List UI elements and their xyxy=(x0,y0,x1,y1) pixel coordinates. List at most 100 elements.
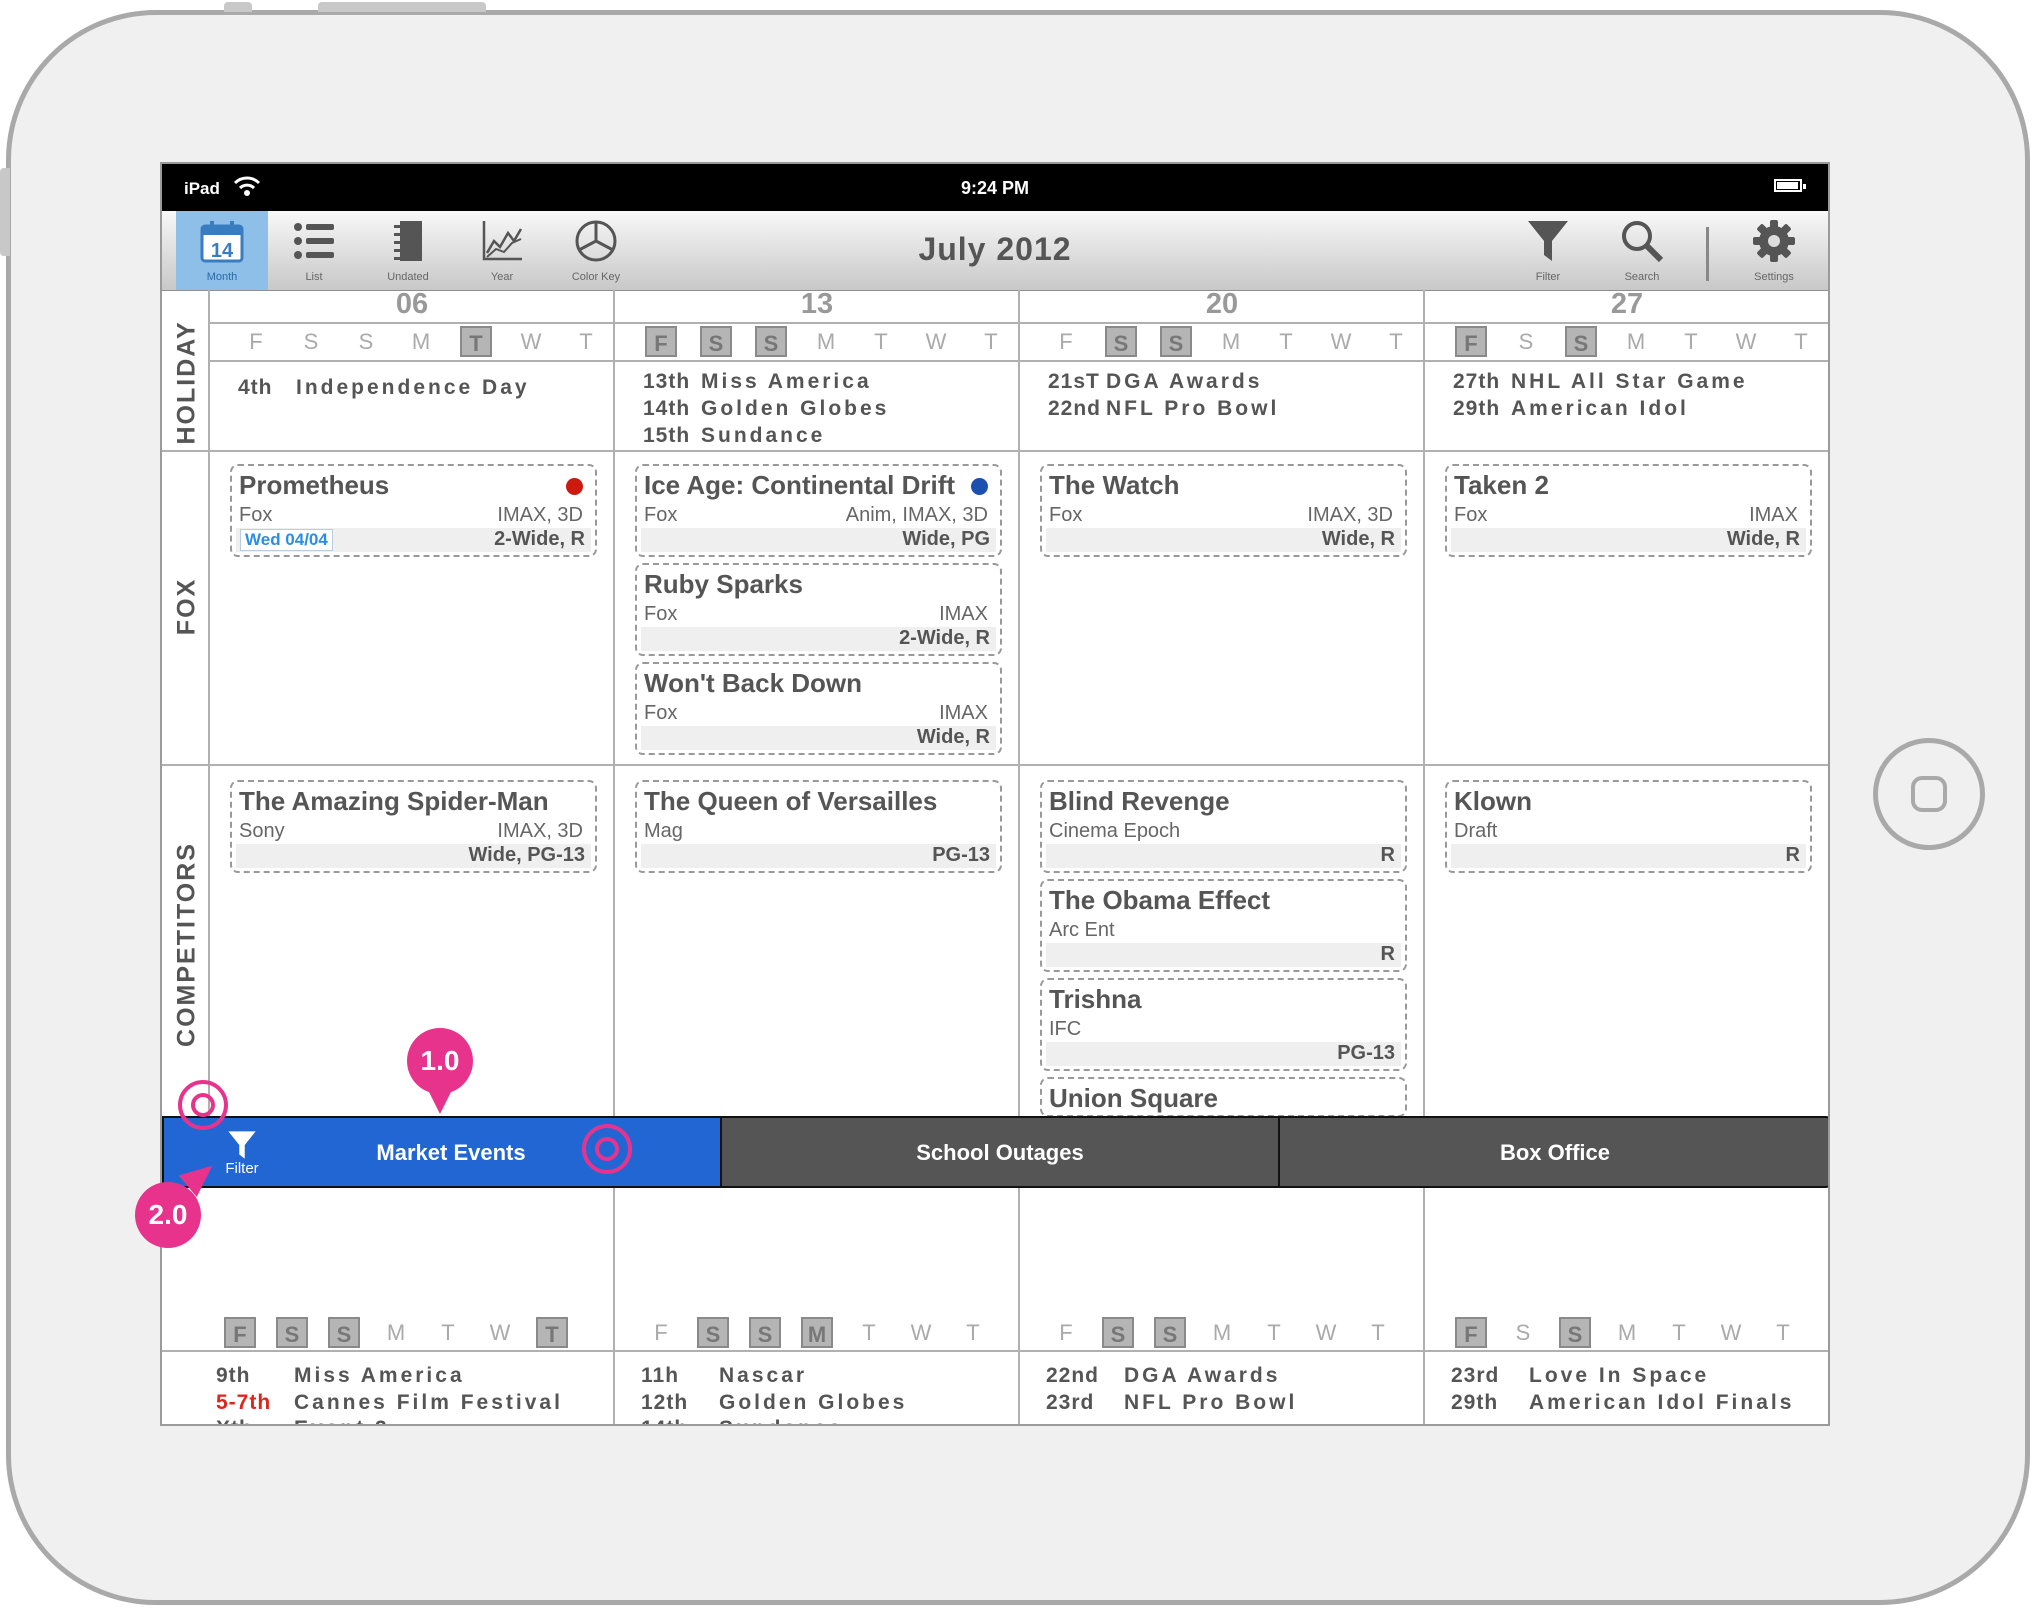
competitor-release-card[interactable]: The Amazing Spider-Man Sony IMAX, 3D Wide, … xyxy=(230,780,597,873)
bottom-tab-bar: Market Events School Outages Box Office … xyxy=(162,1116,1828,1188)
event-date: 23rd xyxy=(1451,1364,1500,1387)
school-outages-tab-label: School Outages xyxy=(916,1140,1084,1165)
status-dot xyxy=(971,478,988,495)
event-date: 13th xyxy=(643,370,691,393)
release-format: IMAX, 3D xyxy=(497,820,583,842)
event-name: Sundance xyxy=(701,424,826,447)
event-name: Golden Globes xyxy=(719,1390,908,1414)
month-view-label: Month xyxy=(206,271,238,283)
event-name: Event 3 xyxy=(294,1417,390,1424)
release-title: Klown xyxy=(1454,786,1532,816)
gear-icon xyxy=(1753,220,1795,262)
funnel-icon xyxy=(228,1131,256,1159)
release-title: Trishna xyxy=(1049,984,1142,1014)
release-title: Won't Back Down xyxy=(644,668,863,698)
annotation-target xyxy=(582,1124,632,1174)
competitor-release-card[interactable]: Trishna IFC PG-13 xyxy=(1040,978,1407,1071)
event-name: Nascar xyxy=(719,1364,808,1387)
competitor-release-card[interactable]: Blind Revenge Cinema Epoch R xyxy=(1040,780,1407,873)
market-day: M xyxy=(1212,1320,1232,1345)
event-name: Sundance xyxy=(719,1417,843,1424)
competitor-release-card[interactable]: Klown Draft R xyxy=(1445,780,1812,873)
bottom-filter-label: Filter xyxy=(225,1160,259,1177)
event-date: 5-7th xyxy=(216,1390,272,1414)
holiday-event: 15th Sundance xyxy=(643,424,825,448)
event-name: DGA Awards xyxy=(1124,1364,1281,1387)
release-format: IMAX xyxy=(1749,504,1798,526)
release-date-link[interactable]: Wed 04/04 xyxy=(240,529,333,551)
annotation-pin-1: 1.0 xyxy=(407,1028,473,1094)
event-name: NFL Pro Bowl xyxy=(1124,1390,1298,1414)
event-name: NHL All Star Game xyxy=(1511,370,1748,393)
event-name: Miss America xyxy=(701,370,872,393)
school-outages-tab[interactable]: School Outages xyxy=(720,1116,1280,1188)
week-day: M xyxy=(1626,329,1646,354)
release-studio: Fox xyxy=(644,603,678,625)
col-divider xyxy=(613,290,615,1424)
event-date: 11h xyxy=(641,1364,680,1387)
market-day: T xyxy=(862,1320,876,1345)
week-day: T xyxy=(1389,329,1403,354)
competitor-release-card[interactable]: The Obama Effect Arc Ent R xyxy=(1040,879,1407,972)
side-button xyxy=(0,168,10,256)
event-date: 4th xyxy=(238,376,273,399)
market-day: T xyxy=(966,1320,980,1345)
market-day: T xyxy=(1672,1320,1686,1345)
release-rating: R xyxy=(1046,844,1401,868)
fox-release-card[interactable]: Ice Age: Continental Drift Fox Anim, IMAX,… xyxy=(635,464,1002,557)
holiday-event: 13th Miss America xyxy=(643,370,872,394)
annotation-pin-2: 2.0 xyxy=(135,1182,201,1248)
filter-button[interactable]: Filter xyxy=(1502,211,1594,290)
box-office-tab-label: Box Office xyxy=(1499,1140,1611,1165)
market-day: M xyxy=(386,1320,406,1345)
release-format: Anim, IMAX, 3D xyxy=(845,504,988,526)
search-button[interactable]: Search xyxy=(1596,211,1688,290)
box-office-tab[interactable]: Box Office xyxy=(1278,1116,1828,1188)
week-day: S xyxy=(1160,326,1192,357)
release-format: IMAX xyxy=(939,603,988,625)
event-name: Cannes Film Festival xyxy=(294,1390,563,1414)
market-day: F xyxy=(1455,1317,1487,1348)
market-day: S xyxy=(328,1317,360,1348)
release-studio: Cinema Epoch xyxy=(1049,820,1181,842)
release-title: The Watch xyxy=(1049,470,1180,500)
filter-label: Filter xyxy=(1535,271,1561,283)
fox-release-card[interactable]: Ruby Sparks Fox IMAX 2-Wide, R xyxy=(635,563,1002,656)
fox-release-card[interactable]: The Watch Fox IMAX, 3D Wide, R xyxy=(1040,464,1407,557)
market-day: F xyxy=(224,1317,256,1348)
release-studio: Mag xyxy=(644,820,683,842)
event-date: 27th xyxy=(1453,370,1501,393)
status-dot xyxy=(566,478,583,495)
market-day: S xyxy=(1102,1317,1134,1348)
market-event: XthEvent 3 xyxy=(216,1417,390,1424)
bottom-filter-button[interactable]: Filter xyxy=(212,1124,272,1182)
market-day: W xyxy=(489,1320,511,1345)
market-day: T xyxy=(441,1320,455,1345)
month-grid: HOLIDAY FOX COMPETITORS 06 F S S M T W T 13 F S S M T… xyxy=(162,288,1828,1424)
competitor-release-card[interactable]: The Queen of Versailles Mag PG-13 xyxy=(635,780,1002,873)
market-day: T xyxy=(1267,1320,1281,1345)
competitor-release-card[interactable]: Union Square xyxy=(1040,1077,1407,1117)
market-event: 23rd NFL Pro Bowl xyxy=(1046,1391,1297,1415)
status-time: 9:24 PM xyxy=(960,178,1030,198)
search-label: Search xyxy=(1624,271,1660,283)
event-name: Miss America xyxy=(294,1364,465,1387)
fox-release-card[interactable]: Taken 2 Fox IMAX Wide, R xyxy=(1445,464,1812,557)
week-day: S xyxy=(358,329,374,354)
funnel-icon xyxy=(1528,221,1568,261)
year-view-label: Year xyxy=(490,271,514,283)
fox-release-card[interactable]: Won't Back Down Fox IMAX Wide, R xyxy=(635,662,1002,755)
home-button[interactable] xyxy=(1873,738,1985,850)
settings-button[interactable]: Settings xyxy=(1728,211,1820,290)
ipad-screen: iPad 9:24 PM 14 Month List Undated Year … xyxy=(160,162,1830,1426)
fox-release-card[interactable]: Prometheus Fox IMAX, 3D 2-Wide, R Wed 04/04 xyxy=(230,464,597,557)
event-name: Independence Day xyxy=(296,376,530,399)
market-day: S xyxy=(697,1317,729,1348)
event-date: 23rd xyxy=(1046,1390,1095,1414)
toolbar-divider xyxy=(1706,227,1709,281)
market-event: 12th Golden Globes xyxy=(641,1391,907,1415)
release-rating: Wide, R xyxy=(641,726,996,750)
week-day: W xyxy=(1330,329,1352,354)
release-rating: PG-13 xyxy=(1046,1042,1401,1066)
market-day: S xyxy=(1515,1320,1531,1345)
